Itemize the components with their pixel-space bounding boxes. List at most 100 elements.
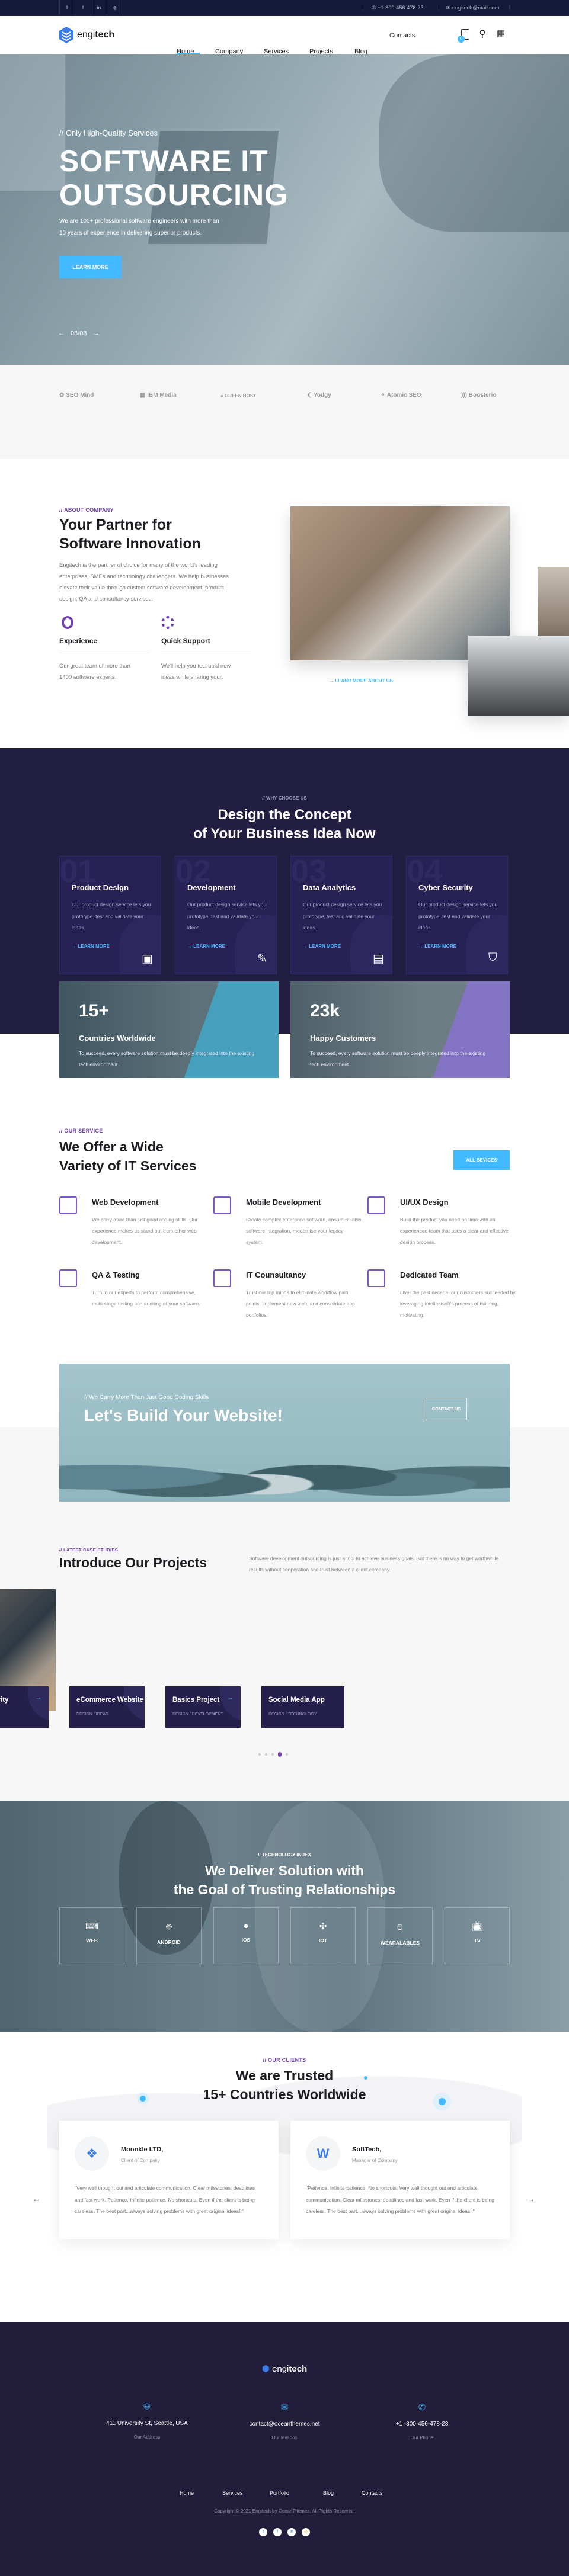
moonkle-logo-icon: ❖: [75, 2136, 109, 2171]
partner-logo[interactable]: ▦ IBM Media: [140, 392, 177, 399]
service-text: Create complex enterprise software, ensu…: [246, 1217, 362, 1245]
partner-logo[interactable]: ⚬ Atomic SEO: [381, 392, 421, 399]
feature-title: Experience: [59, 637, 98, 645]
learn-more-link[interactable]: → LEARN MORE: [303, 944, 341, 949]
card-title: Development: [187, 883, 236, 892]
why-card: 01 Product Design Our product design servi…: [59, 856, 161, 974]
topbar-phone[interactable]: +1-800-456-478-23: [378, 5, 423, 11]
logo[interactable]: engitech: [59, 27, 114, 43]
decor-circle: [28, 1686, 49, 1722]
project-card[interactable]: →of SecurityNOLOGY: [0, 1686, 49, 1728]
mail-icon: ✉: [446, 5, 453, 11]
service-text: We carry more than just good coding skil…: [92, 1217, 198, 1245]
footer-nav-services[interactable]: Services: [222, 2490, 243, 2496]
partner-logo[interactable]: ))) Boosterio: [461, 392, 496, 399]
next-arrow-icon[interactable]: →: [528, 2195, 535, 2203]
carousel-dot[interactable]: [258, 1753, 261, 1756]
carousel-dot[interactable]: [278, 1752, 282, 1757]
tech-tile[interactable]: ⌚︎ WEARALABLES: [367, 1907, 433, 1964]
next-arrow-icon[interactable]: →: [93, 330, 100, 337]
nav-contacts[interactable]: Contacts: [389, 32, 415, 39]
learn-more-about-link[interactable]: → LEANR MORE ABOUT US: [329, 678, 393, 684]
instagram-icon[interactable]: ◎: [302, 2528, 310, 2536]
hero-learn-more-button[interactable]: LEARN MORE: [59, 256, 122, 278]
tech-label: WEB: [86, 1937, 98, 1943]
why-card: 02 Development Our product design service …: [175, 856, 277, 974]
cta-banner: // We Carry More Than Just Good Coding S…: [59, 1364, 510, 1502]
tech-label: IOS: [241, 1937, 251, 1943]
technology-section: // TECHNOLOGY INDEX We Deliver Solution …: [0, 1801, 569, 2032]
contact-us-button[interactable]: CONTACT US: [426, 1398, 467, 1420]
stat-value: 15+: [79, 1001, 109, 1021]
linkedin-icon[interactable]: in: [287, 2528, 296, 2536]
tech-tile[interactable]: 🤖︎ ANDROID: [136, 1907, 202, 1964]
award-icon: [62, 616, 73, 629]
project-tags: DESIGN / TECHNOLOGY: [268, 1712, 317, 1717]
learn-more-link[interactable]: → LEARN MORE: [187, 944, 225, 949]
twitter-icon[interactable]: 𝕥: [59, 0, 75, 16]
partner-logo[interactable]: ● GREEN HOST: [220, 393, 256, 399]
tech-label: TV: [474, 1937, 481, 1943]
card-text: Our product design service lets you prot…: [187, 902, 267, 931]
learn-more-link[interactable]: → LEARN MORE: [418, 944, 456, 949]
instagram-icon[interactable]: ◎: [107, 0, 123, 16]
service-icon: [59, 1269, 77, 1287]
grid-menu-icon[interactable]: ▦: [497, 28, 505, 39]
tech-tile[interactable]: ✣ IOT: [290, 1907, 356, 1964]
tech-tile[interactable]: 📺︎ TV: [445, 1907, 510, 1964]
stat-card-customers: 23k Happy Customers To succeed, every so…: [290, 981, 510, 1078]
all-services-button[interactable]: ALL SEVICES: [453, 1150, 510, 1170]
card-title: Cyber Security: [418, 883, 473, 892]
hero-title: SOFTWARE IT OUTSOURCING: [59, 145, 288, 211]
linkedin-icon[interactable]: in: [91, 0, 107, 16]
people-photo: [59, 1435, 510, 1502]
clients-kicker: // OUR CLIENTS: [263, 2057, 306, 2063]
service-title: Dedicated Team: [400, 1271, 459, 1279]
tech-title: We Deliver Solution with the Goal of Trus…: [173, 1863, 396, 1897]
top-bar: 𝕥 f in ◎ ✆ +1-800-456-478-23 ✉ engitech@…: [0, 0, 569, 16]
learn-more-link[interactable]: → LEARN MORE: [72, 944, 110, 949]
client-role: Manager of Company: [352, 2158, 398, 2163]
office-photo: [468, 636, 569, 716]
partner-logo[interactable]: ❨ Yodgy: [307, 392, 331, 399]
carousel-dot[interactable]: [265, 1753, 267, 1756]
arrow-right-icon[interactable]: →: [228, 1695, 234, 1701]
carousel-dot[interactable]: [271, 1753, 274, 1756]
prev-arrow-icon[interactable]: ←: [58, 330, 65, 337]
stat-text: To succeed, every software solution must…: [310, 1050, 486, 1067]
card-text: Our product design service lets you prot…: [418, 902, 498, 931]
project-card[interactable]: → eCommerce Website DESIGN / IDEAS: [69, 1686, 145, 1728]
why-kicker: // WHY CHOOSE US: [262, 795, 307, 801]
globe-icon: 🌐︎: [143, 2402, 151, 2412]
twitter-icon[interactable]: t: [259, 2528, 267, 2536]
footer-nav-contacts[interactable]: Contacts: [362, 2490, 383, 2496]
service-icon: [367, 1269, 385, 1287]
footer-nav-blog[interactable]: Blog: [323, 2490, 334, 2496]
footer-nav-home[interactable]: Home: [180, 2490, 194, 2496]
tech-tile[interactable]: ⌨ WEB: [59, 1907, 124, 1964]
facebook-icon[interactable]: f: [273, 2528, 282, 2536]
search-icon[interactable]: ⚲: [479, 28, 486, 40]
partner-logos: ✿ SEO Mind ▦ IBM Media ● GREEN HOST ❨ Yo…: [0, 365, 569, 459]
footer-logo[interactable]: ⬢ engitech: [0, 2363, 569, 2374]
facebook-icon[interactable]: f: [75, 0, 91, 16]
service-icon: [213, 1269, 231, 1287]
topbar-email[interactable]: engitech@mail.com: [452, 5, 499, 11]
decor-circle: [220, 1686, 241, 1722]
project-card[interactable]: Social Media App DESIGN / TECHNOLOGY: [261, 1686, 344, 1728]
tech-tile[interactable]: ● IOS: [213, 1907, 279, 1964]
project-card[interactable]: → Basics Project DESIGN / DEVELOPMENT: [165, 1686, 241, 1728]
services-title: We Offer a Wide Variety of IT Services: [59, 1139, 197, 1173]
stat-text: To succeed, every software solution must…: [79, 1050, 255, 1067]
footer-nav-portfolio[interactable]: Portfolio: [270, 2490, 289, 2496]
arrow-right-icon[interactable]: →: [36, 1695, 41, 1701]
service-text: Build the product you need on time with …: [400, 1217, 509, 1245]
carousel-dot[interactable]: [286, 1753, 288, 1756]
cart-icon[interactable]: 0: [458, 29, 469, 43]
prev-arrow-icon[interactable]: ←: [33, 2195, 40, 2203]
devices-icon: ▣: [142, 952, 153, 965]
side-photo: [538, 567, 569, 641]
testimonial-card: W SoftTech, Manager of Company "Patience…: [290, 2121, 510, 2239]
partner-logo[interactable]: ✿ SEO Mind: [59, 392, 94, 399]
arrow-right-icon: →: [329, 678, 335, 684]
